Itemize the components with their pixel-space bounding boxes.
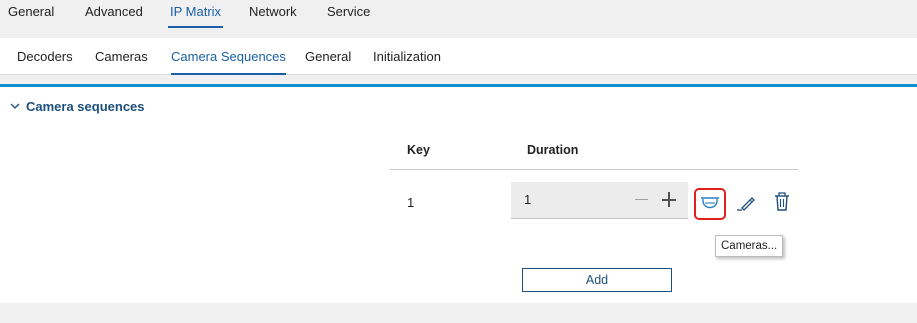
tab-general[interactable]: General	[8, 4, 54, 19]
section-title: Camera sequences	[26, 99, 145, 114]
tab-service[interactable]: Service	[327, 4, 370, 19]
row-key: 1	[407, 195, 415, 210]
delete-button[interactable]	[771, 190, 793, 214]
subtab-initialization[interactable]: Initialization	[373, 49, 441, 64]
cameras-button[interactable]	[694, 188, 726, 220]
column-header-duration: Duration	[527, 143, 579, 157]
subtab-cameras[interactable]: Cameras	[95, 49, 148, 64]
subtab-general[interactable]: General	[305, 49, 351, 64]
subtab-camera-sequences[interactable]: Camera Sequences	[171, 49, 286, 75]
edit-button[interactable]	[735, 191, 757, 213]
cameras-tooltip: Cameras...	[715, 235, 784, 257]
tab-ip-matrix[interactable]: IP Matrix	[167, 4, 224, 28]
camera-dome-icon	[701, 197, 719, 209]
camera-sequences-panel: Camera sequences Key Duration 1 1 Camera…	[0, 84, 917, 303]
add-button[interactable]: Add	[522, 268, 672, 292]
chevron-down-icon	[10, 103, 20, 109]
trash-icon	[775, 192, 789, 211]
table-header-divider	[390, 169, 798, 170]
tab-advanced[interactable]: Advanced	[85, 4, 143, 19]
duration-stepper[interactable]: 1	[511, 182, 688, 219]
pencil-icon	[737, 197, 755, 211]
main-tab-bar: General Advanced IP Matrix Network Servi…	[0, 0, 917, 30]
decrement-button[interactable]	[635, 199, 648, 200]
subtab-decoders[interactable]: Decoders	[17, 49, 73, 64]
sub-tab-bar: Decoders Cameras Camera Sequences Genera…	[0, 38, 917, 75]
tab-network[interactable]: Network	[249, 4, 297, 19]
column-header-key: Key	[407, 143, 430, 157]
duration-value[interactable]: 1	[524, 192, 531, 207]
